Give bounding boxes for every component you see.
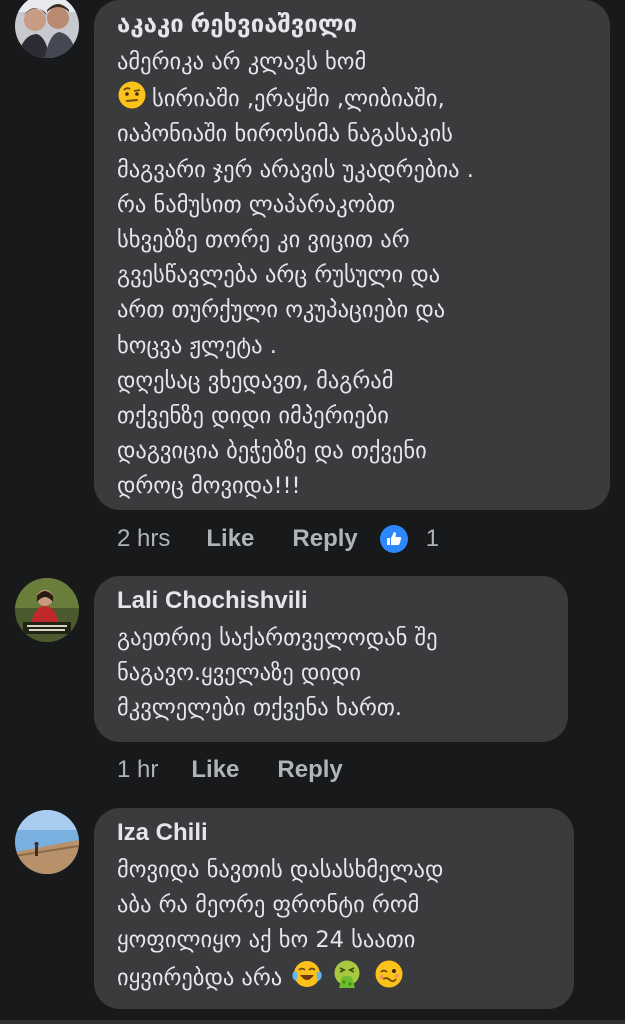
comment-line: დროც მოვიდა!!! (117, 473, 301, 500)
comment-3: Iza Chili მოვიდა ნავთის დასასხმელად აბა … (0, 808, 625, 1020)
vomiting-face-emoji-icon (334, 960, 360, 988)
like-button[interactable]: Like (191, 756, 239, 784)
comment-line: რა ნამუსით ლაპარაკობთ (117, 191, 396, 218)
comment-line-with-emoji: იყვირებდა არა (117, 959, 550, 996)
comment-bubble: Lali Chochishvili გაეთრიე საქართველოდან … (94, 576, 568, 742)
comment-line: ართ თურქული ოკუპაციები და (117, 297, 446, 324)
avatar[interactable] (15, 578, 79, 642)
comment-actions: 1 hr Like Reply (117, 750, 343, 790)
comment-line: მაგვარი ჯერ არავის უკადრებია . (117, 156, 474, 183)
reply-button[interactable]: Reply (277, 756, 342, 784)
bottom-divider (0, 1020, 625, 1024)
like-button[interactable]: Like (206, 525, 254, 553)
comment-actions: 2 hrs Like Reply 1 (117, 519, 439, 559)
comment-author[interactable]: Lali Chochishvili (117, 586, 544, 616)
comment-line: სხვებზე თორე კი ვიცით არ (117, 227, 410, 254)
comment-timestamp[interactable]: 1 hr (117, 756, 158, 784)
profile-photo-icon (15, 0, 79, 58)
comment-author[interactable]: აკაკი რეხვიაშვილი (117, 10, 586, 40)
avatar[interactable] (15, 0, 79, 58)
comment-author[interactable]: Iza Chili (117, 818, 550, 848)
comment-line: იაპონიაში ხიროსიმა ნაგასაკის (117, 121, 453, 148)
comment-bubble: Iza Chili მოვიდა ნავთის დასასხმელად აბა … (94, 808, 574, 1009)
comment-line: ყოფილიყო აქ ხო 24 საათი (117, 927, 416, 954)
avatar[interactable] (15, 810, 79, 874)
comment-line: მკვლელები თქვენა ხართ. (117, 695, 403, 722)
comment-text: გაეთრიე საქართველოდან შე ნაგავო.ყველაზე … (117, 621, 544, 727)
like-thumb-icon (386, 532, 401, 545)
comment-text: მოვიდა ნავთის დასასხმელად აბა რა მეორე ფ… (117, 853, 550, 996)
comment-line: ხოცვა ჟლეტა . (117, 332, 277, 359)
comment-line: გვესწავლება არც რუსული და (117, 262, 441, 289)
profile-photo-icon (15, 578, 79, 642)
comment-timestamp[interactable]: 2 hrs (117, 525, 170, 553)
tears-of-joy-emoji-icon (292, 960, 322, 987)
comment-line: აბა რა მეორე ფრონტი რომ (117, 892, 420, 919)
reaction-count[interactable]: 1 (426, 525, 439, 553)
comment-1: აკაკი რეხვიაშვილი ამერიკა არ კლავს ხომ ს… (0, 0, 625, 560)
comment-line-with-emoji: სირიაში ,ერაყში ,ლიბიაში, (117, 80, 586, 117)
comment-line: გაეთრიე საქართველოდან შე (117, 625, 438, 651)
comment-line: მოვიდა ნავთის დასასხმელად (117, 857, 444, 883)
comment-line: დღესაც ვხედავთ, მაგრამ (117, 367, 394, 394)
comment-text: ამერიკა არ კლავს ხომ სირიაში ,ერაყში ,ლი… (117, 45, 586, 505)
comment-line: ნაგავო.ყველაზე დიდი (117, 660, 361, 687)
reply-button[interactable]: Reply (292, 525, 357, 553)
comment-bubble: აკაკი რეხვიაშვილი ამერიკა არ კლავს ხომ ს… (94, 0, 610, 510)
comment-line: დაგვიცია ბეჭებზე და თქვენი (117, 438, 427, 465)
like-reaction-icon[interactable] (379, 525, 408, 553)
comment-line: სირიაში ,ერაყში ,ლიბიაში, (152, 86, 445, 113)
woozy-face-emoji-icon (375, 960, 403, 988)
comment-2: Lali Chochishvili გაეთრიე საქართველოდან … (0, 576, 625, 786)
raised-eyebrow-emoji-icon (118, 81, 146, 109)
comment-line: იყვირებდა არა (117, 964, 283, 991)
comment-line: თქვენზე დიდი იმპერიები (117, 403, 389, 430)
comment-line: ამერიკა არ კლავს ხომ (117, 49, 367, 75)
profile-photo-icon (15, 810, 79, 874)
